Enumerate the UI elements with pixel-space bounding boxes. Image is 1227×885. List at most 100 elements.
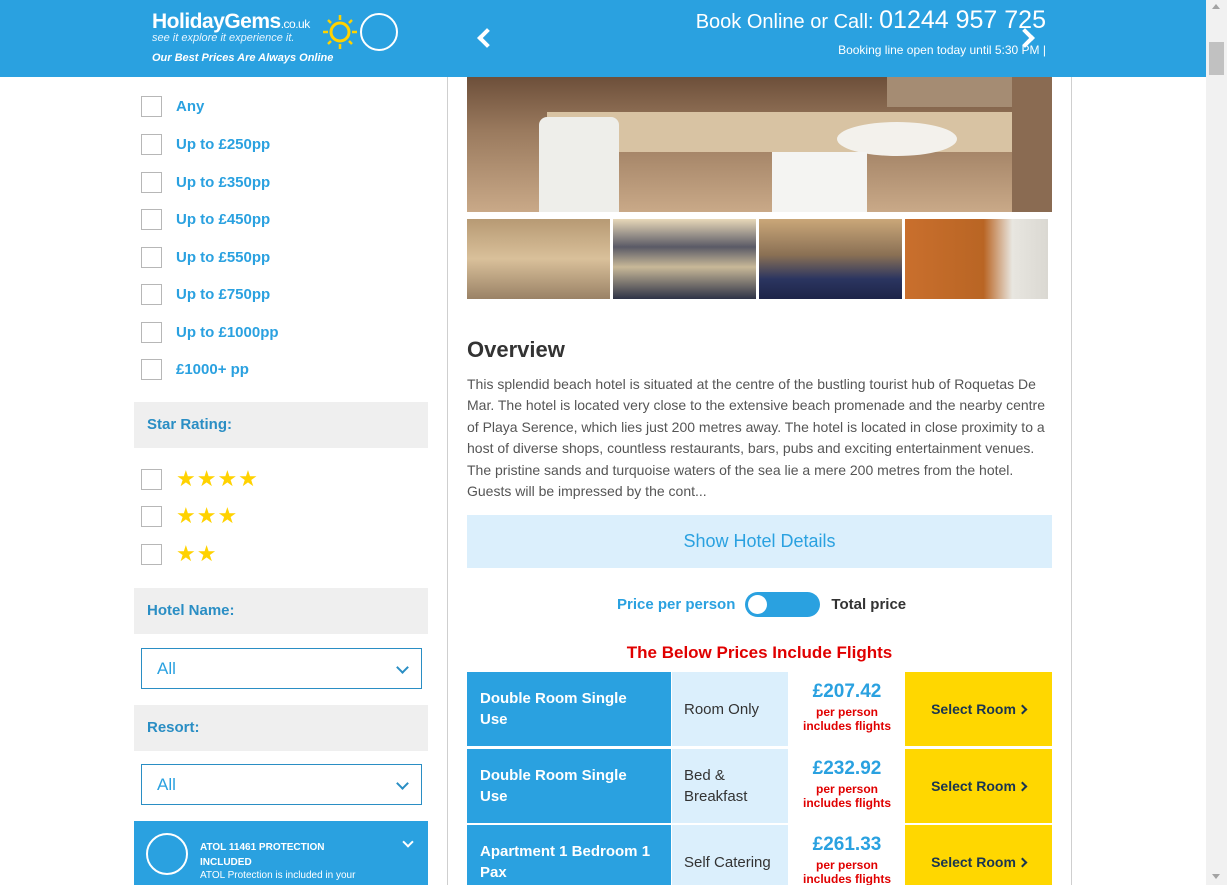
phone-number[interactable]: 01244 957 725 bbox=[879, 6, 1046, 34]
photo-sink bbox=[837, 122, 957, 156]
thumbnail-twin-bedroom[interactable] bbox=[613, 219, 756, 299]
price-filter-1000-plus[interactable]: £1000+ pp bbox=[141, 359, 249, 380]
logo[interactable]: HolidayGems.co.uk see it explore it expe… bbox=[152, 10, 402, 70]
price-filter-250[interactable]: Up to £250pp bbox=[141, 134, 270, 155]
checkbox[interactable] bbox=[141, 505, 162, 527]
price-mode-toggle-row: Price per person Total price bbox=[617, 592, 906, 617]
thumbnail-kitchen[interactable] bbox=[905, 219, 1048, 299]
checkbox[interactable] bbox=[141, 543, 162, 565]
select-room-label: Select Room bbox=[931, 854, 1016, 870]
hotel-name-heading: Hotel Name: bbox=[134, 588, 428, 634]
photo-mirror bbox=[887, 77, 1027, 107]
chevron-down-icon bbox=[396, 777, 409, 790]
star-rating-icons: ★★★★ bbox=[176, 466, 259, 491]
scroll-down-arrow-icon[interactable] bbox=[1212, 874, 1220, 879]
board-basis: Room Only bbox=[672, 672, 788, 746]
chevron-right-icon bbox=[1017, 781, 1028, 791]
checkbox[interactable] bbox=[141, 134, 162, 155]
select-room-button[interactable]: Select Room bbox=[905, 672, 1052, 746]
logo-tagline: see it explore it experience it. bbox=[152, 32, 295, 44]
checkbox[interactable] bbox=[141, 247, 162, 268]
star-filter-4[interactable]: ★★★★ bbox=[141, 468, 259, 490]
price-per-person-note: per person bbox=[815, 858, 878, 872]
room-option-row: Double Room Single Use Room Only £207.42… bbox=[467, 672, 1052, 746]
checkbox[interactable] bbox=[141, 322, 162, 343]
price-mode-toggle[interactable] bbox=[745, 592, 821, 617]
price-filter-750[interactable]: Up to £750pp bbox=[141, 284, 270, 305]
show-hotel-details-button[interactable]: Show Hotel Details bbox=[467, 515, 1052, 568]
scroll-thumb[interactable] bbox=[1209, 42, 1224, 75]
thumbnail-bathroom[interactable] bbox=[467, 219, 610, 299]
room-price: £232.92 per person includes flights bbox=[789, 749, 905, 823]
select-room-button[interactable]: Select Room bbox=[905, 749, 1052, 823]
chevron-down-icon bbox=[396, 661, 409, 674]
photo-counter bbox=[547, 112, 1052, 152]
price-per-person-label[interactable]: Price per person bbox=[617, 596, 735, 613]
total-price-label[interactable]: Total price bbox=[831, 596, 906, 613]
logo-name: HolidayGems.co.uk bbox=[152, 10, 310, 34]
price-filter-1000[interactable]: Up to £1000pp bbox=[141, 322, 279, 343]
checkbox[interactable] bbox=[141, 172, 162, 193]
checkbox[interactable] bbox=[141, 284, 162, 305]
atol-description: ATOL Protection is included in your bbox=[200, 870, 356, 881]
flights-included-note: The Below Prices Include Flights bbox=[626, 643, 893, 662]
logo-domain: .co.uk bbox=[280, 17, 311, 31]
star-rating-heading: Star Rating: bbox=[134, 402, 428, 448]
logo-tagline-2: Our Best Prices Are Always Online bbox=[152, 52, 334, 64]
includes-flights-note: includes flights bbox=[802, 719, 891, 733]
sun-icon bbox=[323, 15, 357, 49]
atol-protection-panel[interactable]: ATOL 11461 PROTECTION INCLUDED ATOL Prot… bbox=[134, 821, 428, 885]
chevron-down-icon[interactable] bbox=[402, 836, 414, 848]
price-amount: £207.42 bbox=[812, 681, 882, 702]
select-value: All bbox=[157, 775, 176, 794]
checkbox[interactable] bbox=[141, 468, 162, 490]
atol-badge-icon bbox=[360, 13, 398, 51]
book-online-call: Book Online or Call: 01244 957 725 bbox=[696, 6, 1046, 35]
star-filter-3[interactable]: ★★★ bbox=[141, 505, 238, 527]
checkbox[interactable] bbox=[141, 209, 162, 230]
room-price: £261.33 per person includes flights bbox=[789, 825, 905, 885]
board-basis: Self Catering bbox=[672, 825, 788, 885]
select-room-button[interactable]: Select Room bbox=[905, 825, 1052, 885]
star-filter-2[interactable]: ★★ bbox=[141, 543, 217, 565]
check-label: Up to £450pp bbox=[176, 211, 271, 228]
check-label: Up to £250pp bbox=[176, 136, 271, 153]
column-divider bbox=[1071, 77, 1072, 885]
room-price: £207.42 per person includes flights bbox=[789, 672, 905, 746]
resort-select[interactable]: All bbox=[141, 764, 422, 805]
photo-wall bbox=[1012, 77, 1052, 212]
column-divider bbox=[447, 77, 448, 885]
room-option-row: Apartment 1 Bedroom 1 Pax Self Catering … bbox=[467, 825, 1052, 885]
checkbox[interactable] bbox=[141, 96, 162, 117]
room-type: Double Room Single Use bbox=[467, 749, 671, 823]
star-rating-icons: ★★ bbox=[176, 541, 218, 566]
hotel-name-select[interactable]: All bbox=[141, 648, 422, 689]
price-filter-350[interactable]: Up to £350pp bbox=[141, 172, 270, 193]
select-room-label: Select Room bbox=[931, 701, 1016, 717]
book-text: Book Online or Call: bbox=[695, 11, 874, 33]
includes-flights-note: includes flights bbox=[802, 872, 891, 885]
overview-title: Overview bbox=[467, 337, 565, 362]
check-label: £1000+ pp bbox=[176, 361, 249, 378]
select-room-label: Select Room bbox=[931, 778, 1016, 794]
checkbox[interactable] bbox=[141, 359, 162, 380]
scrollbar[interactable] bbox=[1206, 0, 1227, 885]
price-filter-450[interactable]: Up to £450pp bbox=[141, 209, 270, 230]
price-amount: £261.33 bbox=[812, 834, 882, 855]
price-filter-any[interactable]: Any bbox=[141, 96, 204, 117]
price-per-person-note: per person bbox=[815, 705, 878, 719]
chevron-right-icon bbox=[1017, 857, 1028, 867]
overview-text: This splendid beach hotel is situated at… bbox=[467, 376, 1045, 500]
thumbnail-double-bedroom[interactable] bbox=[759, 219, 902, 299]
price-filter-550[interactable]: Up to £550pp bbox=[141, 247, 270, 268]
photo-thumbnail-strip bbox=[467, 219, 1052, 299]
logo-brand: HolidayGems bbox=[152, 10, 281, 33]
check-label: Up to £1000pp bbox=[176, 324, 279, 341]
photo-toilet bbox=[539, 117, 619, 212]
resort-heading: Resort: bbox=[134, 705, 428, 751]
toggle-knob bbox=[748, 595, 768, 614]
booking-line-hours: Booking line open today until 5:30 PM | bbox=[838, 43, 1046, 57]
hotel-main-photo bbox=[467, 77, 1052, 212]
scroll-up-arrow-icon[interactable] bbox=[1212, 4, 1220, 9]
room-type: Apartment 1 Bedroom 1 Pax bbox=[467, 825, 671, 885]
